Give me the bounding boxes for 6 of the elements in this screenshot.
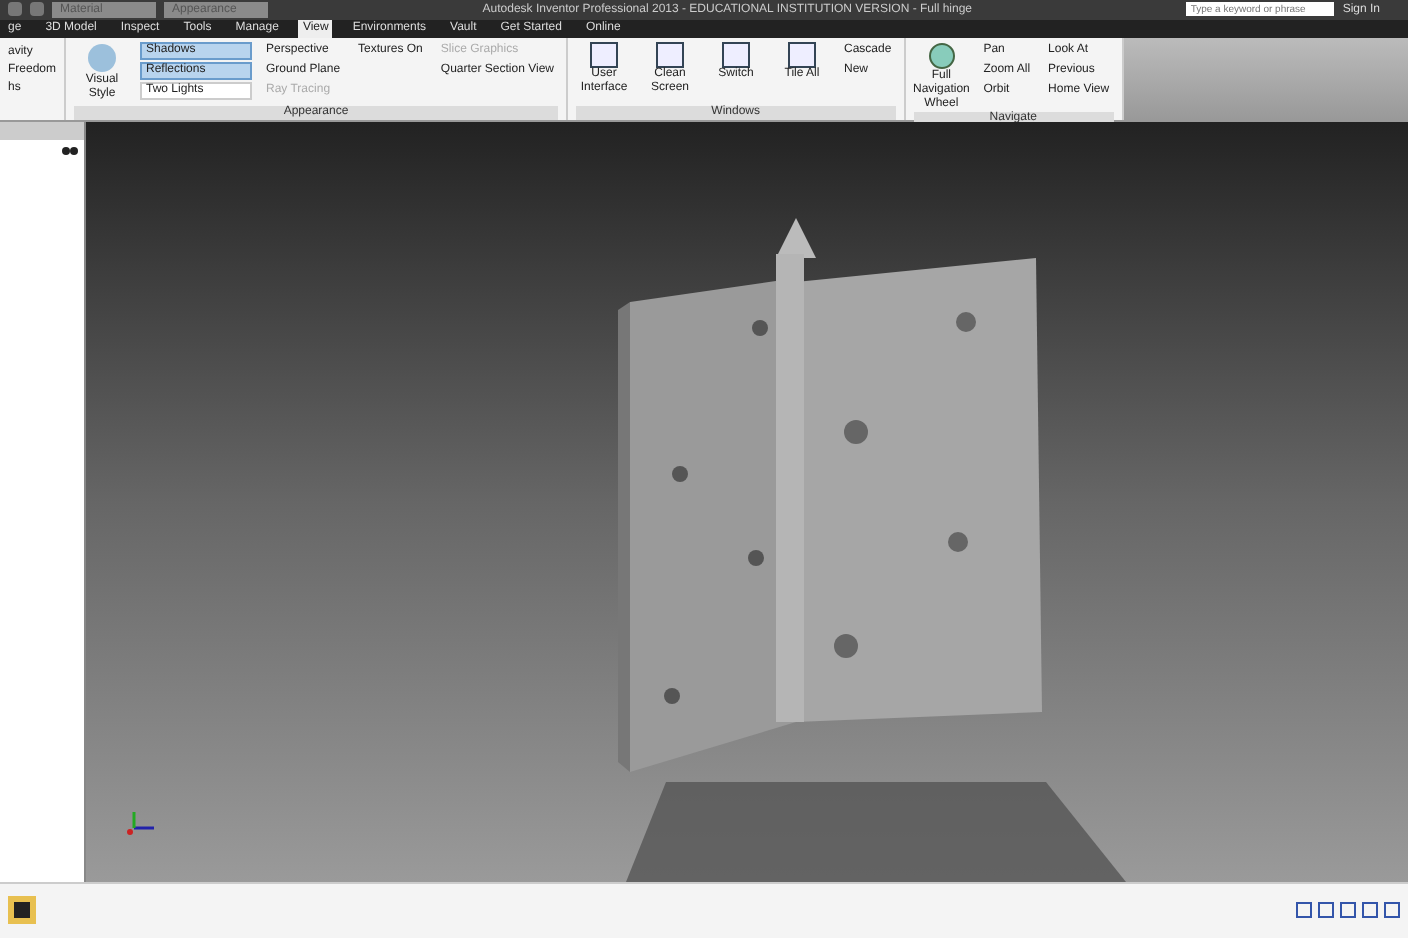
3d-viewport[interactable]: [86, 121, 1408, 882]
document-icon[interactable]: [8, 896, 36, 925]
sphere-icon: [86, 41, 119, 74]
binoculars-icon[interactable]: [62, 142, 78, 157]
axis-indicator-icon: [127, 811, 154, 835]
wheel-icon: [927, 41, 956, 70]
